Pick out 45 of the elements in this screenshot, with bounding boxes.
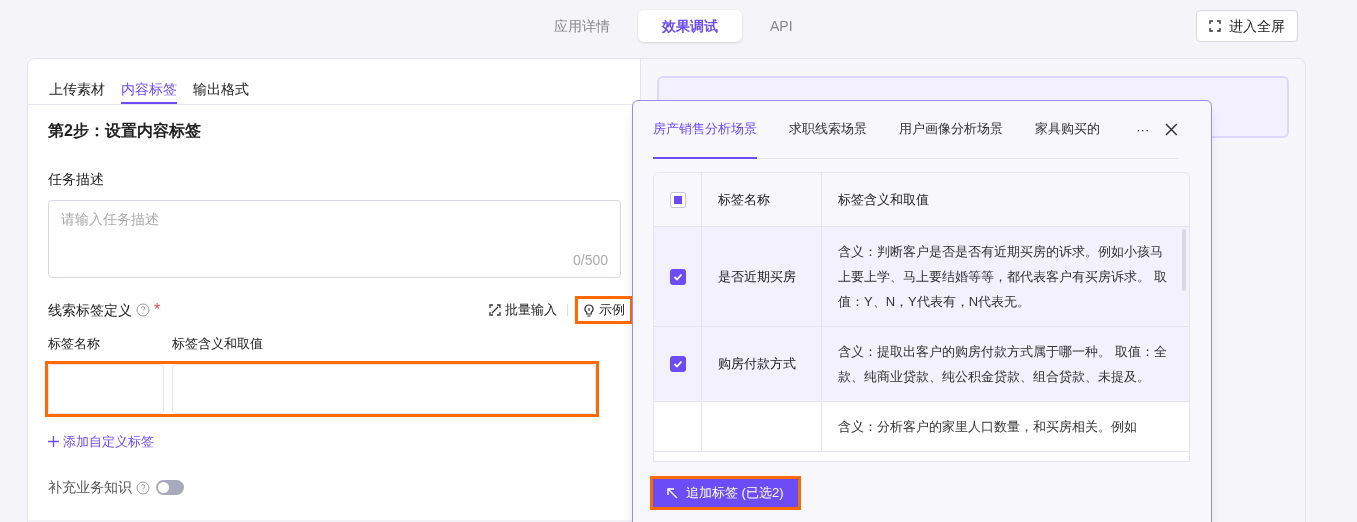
tag-name: 是否近期买房 (718, 267, 796, 286)
checkbox[interactable] (669, 268, 686, 285)
tag-description: 含义：分析客户的家里人口数量，和买房相关。例如 (838, 418, 1138, 436)
top-tab[interactable]: 效果调试 (638, 10, 742, 42)
expand-icon (489, 304, 501, 316)
tag-name-input[interactable] (48, 363, 164, 414)
fullscreen-button[interactable]: 进入全屏 (1196, 10, 1298, 42)
scenario-tab[interactable]: 家具购买的 (1035, 100, 1100, 159)
arrow-up-left-icon (667, 487, 678, 499)
column-header: 标签含义和取值 (172, 335, 263, 353)
field-label: 线索标签定义 (48, 300, 132, 320)
more-tabs-button[interactable]: ··· (1136, 119, 1150, 140)
step-tab[interactable]: 内容标签 (121, 79, 177, 104)
checkbox[interactable] (669, 356, 686, 372)
field-label: 补充业务知识 (48, 478, 132, 497)
fullscreen-icon (1209, 20, 1221, 32)
step-heading: 第2步：设置内容标签 (48, 121, 202, 141)
tag-description: 含义：判断客户是否是否有近期买房的诉求。例如小孩马上要上学、马上要结婚等等，都代表客户有买房诉求。 取值：Y、N，Y代表有，N代表无。 (838, 243, 1167, 311)
check-icon (672, 359, 683, 369)
tag-description: 含义：提取出客户的购房付款方式属于哪一种。 取值：全款、纯商业贷款、纯公积金贷款、组合贷款、未提及。 (838, 343, 1167, 386)
scenario-tab[interactable]: 用户画像分析场景 (899, 100, 1003, 159)
checkbox[interactable] (669, 191, 686, 208)
column-header: 标签名称 (702, 173, 822, 226)
add-custom-tag-link[interactable]: 添加自定义标签 (48, 431, 154, 451)
lightbulb-icon (583, 303, 595, 317)
help-icon[interactable] (136, 480, 150, 495)
help-icon[interactable] (136, 303, 150, 317)
add-tags-button[interactable]: 追加标签 (已选2) (653, 479, 798, 507)
scenario-tab[interactable]: 房产销售分析场景 (653, 100, 757, 159)
required-mark: * (154, 300, 161, 320)
check-icon (672, 271, 683, 282)
tag-meaning-input[interactable] (172, 363, 596, 414)
scenario-tab[interactable]: 求职线索场景 (789, 100, 867, 159)
field-label: 任务描述 (48, 170, 105, 189)
toggle-switch[interactable] (156, 480, 184, 495)
plus-icon (48, 435, 59, 447)
batch-input-button[interactable]: 批量输入 (489, 300, 557, 320)
close-icon[interactable] (1165, 123, 1178, 136)
column-header: 标签名称 (48, 335, 101, 353)
step-tab[interactable]: 输出格式 (193, 79, 249, 104)
tag-name: 购房付款方式 (718, 355, 796, 374)
example-button[interactable]: 示例 (578, 299, 630, 321)
column-header: 标签含义和取值 (837, 190, 930, 209)
step-tab[interactable]: 上传素材 (49, 79, 105, 104)
character-count: 0/500 (572, 251, 608, 270)
